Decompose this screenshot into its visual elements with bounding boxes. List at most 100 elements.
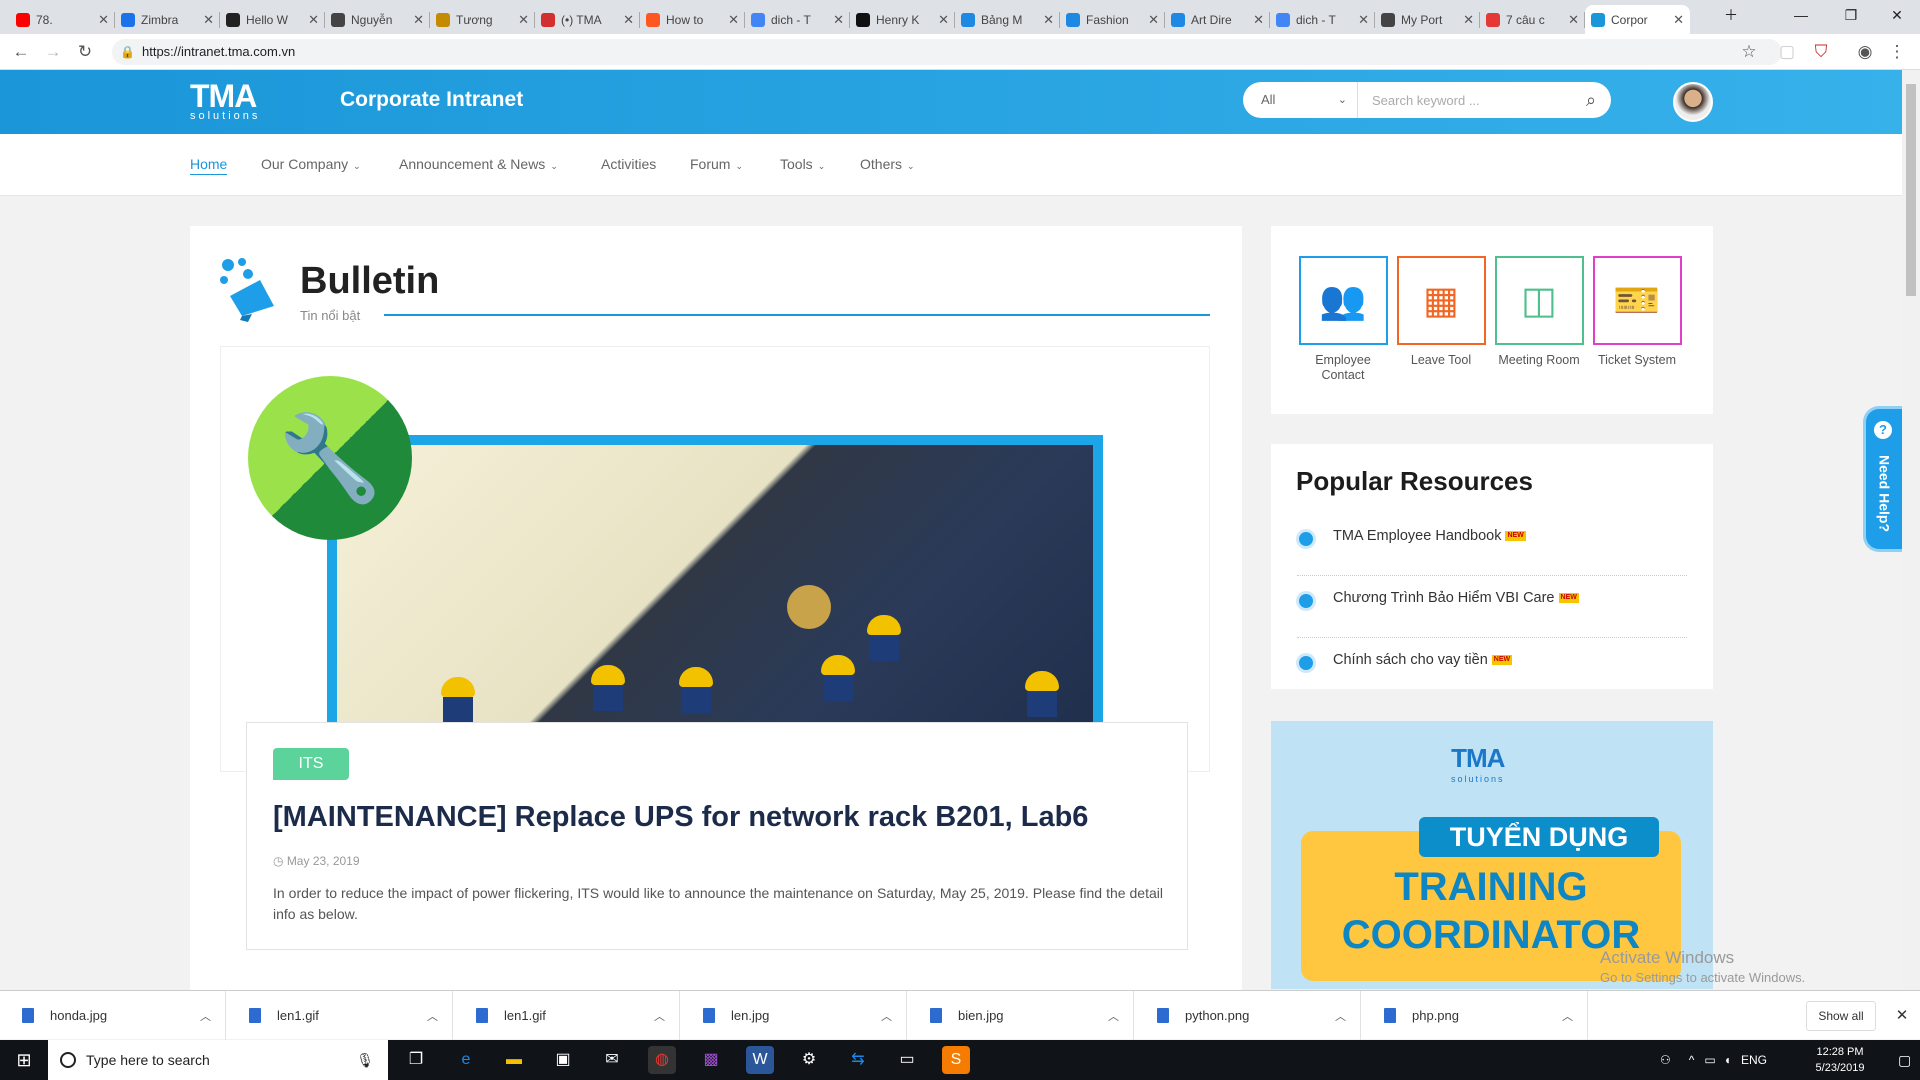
quicklink-meeting-room[interactable]: ◫ Meeting Room — [1494, 256, 1584, 368]
close-icon[interactable]: ✕ — [1463, 12, 1474, 28]
search-icon[interactable]: ⌕ — [1571, 90, 1611, 111]
search-input[interactable] — [1358, 92, 1571, 108]
chevron-up-icon[interactable]: ︿ — [1562, 1008, 1573, 1024]
post-title[interactable]: [MAINTENANCE] Replace UPS for network ra… — [273, 801, 1088, 834]
search-scope-select[interactable]: All ⌄ — [1243, 82, 1358, 118]
mail-icon[interactable]: ✉ — [598, 1046, 626, 1074]
browser-tab[interactable]: Fashion ✕ — [1060, 5, 1165, 34]
notification-icon[interactable]: ▢ — [1898, 1040, 1920, 1080]
close-icon[interactable]: ✕ — [938, 12, 949, 28]
close-icon[interactable]: ✕ — [1358, 12, 1369, 28]
reload-button[interactable]: ↻ — [74, 41, 96, 63]
user-avatar[interactable] — [1673, 82, 1713, 122]
scrollbar-thumb[interactable] — [1906, 84, 1916, 296]
browser-tab[interactable]: dich - T ✕ — [1270, 5, 1375, 34]
people-tray-icon[interactable]: ⚇ — [1660, 1053, 1671, 1067]
download-item[interactable]: python.png ︿ — [1135, 991, 1361, 1040]
nav-home[interactable]: Home — [190, 156, 228, 175]
browser-tab[interactable]: My Port ✕ — [1375, 5, 1480, 34]
browser-tab[interactable]: Tương ✕ — [430, 5, 535, 34]
chevron-up-icon[interactable]: ︿ — [200, 1008, 211, 1024]
close-window-button[interactable]: ✕ — [1874, 0, 1920, 30]
close-icon[interactable]: ✕ — [98, 12, 109, 28]
quicklink-leave-tool[interactable]: ▦ Leave Tool — [1396, 256, 1486, 368]
need-help-tab[interactable]: ? Need Help? — [1863, 406, 1903, 552]
download-item[interactable]: len1.gif ︿ — [227, 991, 453, 1040]
url-field[interactable]: https://intranet.tma.com.vn — [112, 39, 1782, 65]
tma-logo[interactable]: TMA solutions — [190, 80, 260, 122]
show-all-button[interactable]: Show all — [1806, 1001, 1876, 1031]
close-icon[interactable]: ✕ — [623, 12, 634, 28]
quicklink-employee-contact[interactable]: 👥 Employee Contact — [1298, 256, 1388, 383]
resource-item[interactable]: TMA Employee Handbook NEW — [1297, 514, 1687, 576]
download-item[interactable]: bien.jpg ︿ — [908, 991, 1134, 1040]
nav-forum[interactable]: Forum ⌄ — [690, 156, 743, 172]
nav-our-company[interactable]: Our Company ⌄ — [261, 156, 361, 172]
network-icon[interactable]: ▭ — [1704, 1053, 1715, 1067]
chevron-up-icon[interactable]: ︿ — [881, 1008, 892, 1024]
nav-others[interactable]: Others ⌄ — [860, 156, 915, 172]
chevron-up-icon[interactable]: ︿ — [427, 1008, 438, 1024]
file-explorer-icon[interactable]: ▬ — [500, 1046, 528, 1074]
close-icon[interactable]: ✕ — [1568, 12, 1579, 28]
close-icon[interactable]: ✕ — [728, 12, 739, 28]
close-icon[interactable]: ✕ — [413, 12, 424, 28]
mcafee-extension-icon[interactable]: ⛉ — [1810, 41, 1832, 63]
browser-tab[interactable]: Bảng M ✕ — [955, 5, 1060, 34]
terminal-icon[interactable]: ▭ — [893, 1046, 921, 1074]
quicklink-ticket-system[interactable]: 🎫 Ticket System — [1592, 256, 1682, 368]
close-icon[interactable]: ✕ — [1673, 12, 1684, 28]
browser-tab[interactable]: dich - T ✕ — [745, 5, 850, 34]
browser-tab[interactable]: Zimbra ✕ — [115, 5, 220, 34]
menu-kebab-icon[interactable]: ⋮ — [1886, 41, 1908, 63]
close-icon[interactable]: ✕ — [1253, 12, 1264, 28]
resource-item[interactable]: Chương Trình Bảo Hiểm VBI Care NEW — [1297, 576, 1687, 638]
browser-tab[interactable]: 78. ✕ — [10, 5, 115, 34]
browser-tab[interactable]: How to ✕ — [640, 5, 745, 34]
close-icon[interactable]: ✕ — [518, 12, 529, 28]
browser-tab[interactable]: Hello W ✕ — [220, 5, 325, 34]
store-icon[interactable]: ▣ — [549, 1046, 577, 1074]
taskbar-clock[interactable]: 12:28 PM 5/23/2019 — [1800, 1044, 1880, 1076]
chevron-up-icon[interactable]: ︿ — [1335, 1008, 1346, 1024]
post-card[interactable]: ITS [MAINTENANCE] Replace UPS for networ… — [246, 722, 1188, 950]
browser-tab[interactable]: 7 câu c ✕ — [1480, 5, 1585, 34]
chevron-up-icon[interactable]: ︿ — [1108, 1008, 1119, 1024]
browser-tab[interactable]: Art Dire ✕ — [1165, 5, 1270, 34]
microphone-icon[interactable]: 🎙 — [356, 1052, 374, 1069]
download-item[interactable]: php.png ︿ — [1362, 991, 1588, 1040]
sublime-icon[interactable]: S — [942, 1046, 970, 1074]
game-app-icon[interactable]: ▩ — [697, 1046, 725, 1074]
edge-icon[interactable]: e — [452, 1046, 480, 1074]
task-view-icon[interactable]: ❐ — [402, 1046, 430, 1074]
post-image[interactable] — [327, 435, 1103, 731]
language-indicator[interactable]: ENG — [1741, 1053, 1767, 1067]
nav-tools[interactable]: Tools ⌄ — [780, 156, 825, 172]
volume-icon[interactable]: ◖ — [1724, 1053, 1731, 1067]
chrome-icon[interactable]: ◍ — [648, 1046, 676, 1074]
forward-button[interactable]: → — [42, 41, 64, 63]
chevron-up-icon[interactable]: ^ — [1689, 1053, 1695, 1067]
word-icon[interactable]: W — [746, 1046, 774, 1074]
close-icon[interactable]: ✕ — [308, 12, 319, 28]
close-icon[interactable]: ✕ — [1148, 12, 1159, 28]
download-item[interactable]: honda.jpg ︿ — [0, 991, 226, 1040]
chevron-up-icon[interactable]: ︿ — [654, 1008, 665, 1024]
nav-announcement-news[interactable]: Announcement & News ⌄ — [399, 156, 558, 172]
close-icon[interactable]: ✕ — [833, 12, 844, 28]
browser-tab[interactable]: Nguyễn ✕ — [325, 5, 430, 34]
extension-icon[interactable]: ▢ — [1776, 41, 1798, 63]
browser-tab[interactable]: Corpor ✕ — [1585, 5, 1690, 34]
minimize-button[interactable]: — — [1778, 0, 1824, 30]
resource-item[interactable]: Chính sách cho vay tiền NEW — [1297, 638, 1687, 700]
teamviewer-icon[interactable]: ⇆ — [844, 1046, 872, 1074]
close-icon[interactable]: ✕ — [1890, 1001, 1914, 1031]
post-category-tag[interactable]: ITS — [273, 748, 349, 780]
maximize-button[interactable]: ❐ — [1828, 0, 1874, 30]
profile-icon[interactable]: ◉ — [1854, 41, 1876, 63]
browser-tab[interactable]: Henry K ✕ — [850, 5, 955, 34]
back-button[interactable]: ← — [10, 41, 32, 63]
bookmark-star-icon[interactable]: ☆ — [1738, 41, 1760, 63]
download-item[interactable]: len.jpg ︿ — [681, 991, 907, 1040]
close-icon[interactable]: ✕ — [203, 12, 214, 28]
